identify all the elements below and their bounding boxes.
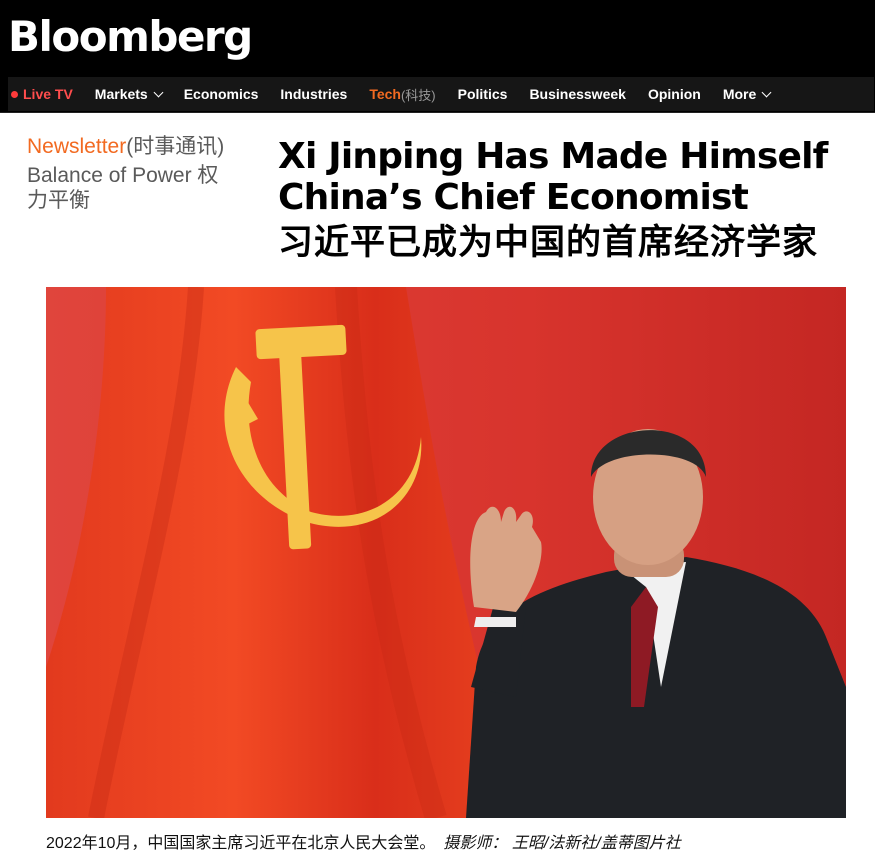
headline-english: Xi Jinping Has Made Himself China’s Chie… — [278, 136, 828, 218]
nav-item-industries[interactable]: Industries — [280, 86, 347, 102]
article-photo — [46, 287, 846, 818]
nav-item-tech[interactable]: Tech (科技) — [369, 85, 435, 104]
nav-item-more[interactable]: More — [722, 86, 772, 102]
newsletter-heading[interactable]: Newsletter(时事通讯) — [27, 134, 227, 159]
nav-live-tv-label: Live TV — [23, 86, 73, 102]
nav-opinion-label: Opinion — [647, 86, 701, 102]
nav-item-live-tv[interactable]: Live TV — [11, 86, 73, 102]
nav-item-opinion[interactable]: Opinion — [648, 86, 701, 102]
chevron-down-icon — [153, 87, 164, 97]
chevron-down-icon — [761, 87, 772, 97]
newsletter-label: Newsletter — [27, 135, 127, 158]
nav-industries-label: Industries — [280, 86, 348, 102]
nav-item-businessweek[interactable]: Businessweek — [529, 86, 626, 102]
headline-chinese: 习近平已成为中国的首席经济学家 — [278, 223, 819, 263]
photo-caption: 2022年10月，中国国家主席习近平在北京人民大会堂。 摄影师： 王昭/法新社/盖… — [46, 829, 846, 853]
live-dot-icon — [11, 90, 18, 98]
newsletter-label-cn: (时事通讯) — [126, 135, 225, 158]
nav-bar-inner: Live TV Markets Economics Industries Tec… — [8, 77, 874, 111]
article-headline: Xi Jinping Has Made Himself China’s Chie… — [278, 136, 875, 266]
newsletter-name[interactable]: Balance of Power 权力平衡 — [27, 163, 227, 213]
nav-tech-label: Tech — [369, 86, 401, 102]
bloomberg-logo[interactable]: Bloomberg — [8, 10, 253, 64]
nav-tech-cn-label: (科技) — [400, 87, 436, 103]
nav-item-markets[interactable]: Markets — [94, 86, 164, 102]
caption-text: 2022年10月，中国国家主席习近平在北京人民大会堂。 — [46, 835, 436, 852]
nav-more-label: More — [722, 86, 757, 102]
nav-item-politics[interactable]: Politics — [458, 86, 508, 102]
photo-illustration — [46, 287, 846, 818]
nav-politics-label: Politics — [457, 86, 508, 102]
masthead: Bloomberg — [0, 0, 875, 75]
newsletter-block: Newsletter(时事通讯) Balance of Power 权力平衡 — [27, 134, 227, 213]
photo-credit: 摄影师： 王昭/法新社/盖蒂图片社 — [443, 835, 681, 852]
nav-businessweek-label: Businessweek — [529, 86, 626, 102]
nav-economics-label: Economics — [183, 86, 259, 102]
main-navigation: Live TV Markets Economics Industries Tec… — [0, 75, 875, 113]
nav-markets-label: Markets — [94, 86, 148, 102]
nav-item-economics[interactable]: Economics — [184, 86, 259, 102]
